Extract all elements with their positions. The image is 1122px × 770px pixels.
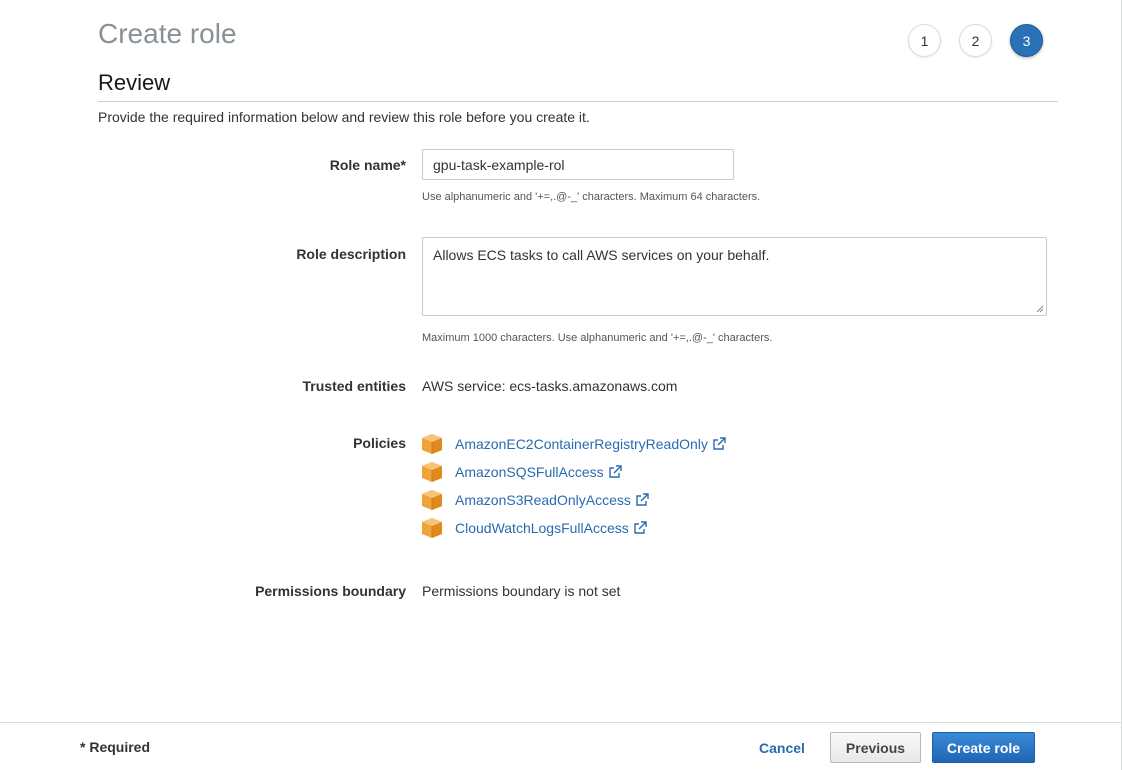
section-divider: [98, 101, 1058, 102]
role-description-textarea[interactable]: Allows ECS tasks to call AWS services on…: [422, 237, 1047, 316]
step-2[interactable]: 2: [959, 24, 992, 57]
role-name-hint: Use alphanumeric and '+=,.@-_' character…: [422, 191, 761, 203]
page-title: Create role: [98, 18, 237, 49]
section-title: Review: [98, 70, 171, 95]
role-name-input[interactable]: [422, 149, 734, 180]
policies-label: Policies: [353, 435, 406, 451]
policy-link[interactable]: CloudWatchLogsFullAccess: [455, 520, 629, 537]
policy-box-icon: [422, 462, 442, 482]
external-link-icon[interactable]: [635, 493, 649, 507]
external-link-icon[interactable]: [633, 521, 647, 535]
cancel-button[interactable]: Cancel: [752, 732, 812, 763]
required-note: * Required: [80, 739, 151, 755]
policy-box-icon: [422, 490, 442, 510]
role-description-label: Role description: [296, 246, 406, 262]
policy-item: AmazonEC2ContainerRegistryReadOnly: [421, 433, 726, 455]
policy-box-icon: [422, 518, 442, 538]
permissions-boundary-value: Permissions boundary is not set: [422, 583, 621, 599]
external-link-icon[interactable]: [712, 437, 726, 451]
trusted-entities-label: Trusted entities: [302, 378, 406, 394]
footer-divider: [0, 722, 1121, 723]
policy-item: AmazonSQSFullAccess: [421, 461, 622, 483]
role-description-text: Allows ECS tasks to call AWS services on…: [433, 247, 770, 263]
external-link-icon[interactable]: [608, 465, 622, 479]
step-3-active[interactable]: 3: [1010, 24, 1043, 57]
trusted-entities-value: AWS service: ecs-tasks.amazonaws.com: [422, 378, 678, 394]
policy-box-icon: [422, 434, 442, 454]
policy-link[interactable]: AmazonS3ReadOnlyAccess: [455, 492, 631, 509]
role-name-label: Role name*: [329, 157, 406, 173]
section-intro: Provide the required information below a…: [98, 109, 590, 125]
policy-item: CloudWatchLogsFullAccess: [421, 517, 647, 539]
step-indicator: 1 2 3: [908, 24, 1043, 57]
create-role-button[interactable]: Create role: [932, 732, 1035, 763]
policy-link[interactable]: AmazonEC2ContainerRegistryReadOnly: [455, 436, 708, 453]
policy-item: AmazonS3ReadOnlyAccess: [421, 489, 649, 511]
permissions-boundary-label: Permissions boundary: [255, 583, 406, 599]
step-1[interactable]: 1: [908, 24, 941, 57]
role-description-hint: Maximum 1000 characters. Use alphanumeri…: [422, 332, 773, 344]
resize-grip-icon[interactable]: [1036, 305, 1044, 313]
policy-link[interactable]: AmazonSQSFullAccess: [455, 464, 604, 481]
previous-button[interactable]: Previous: [830, 732, 921, 763]
